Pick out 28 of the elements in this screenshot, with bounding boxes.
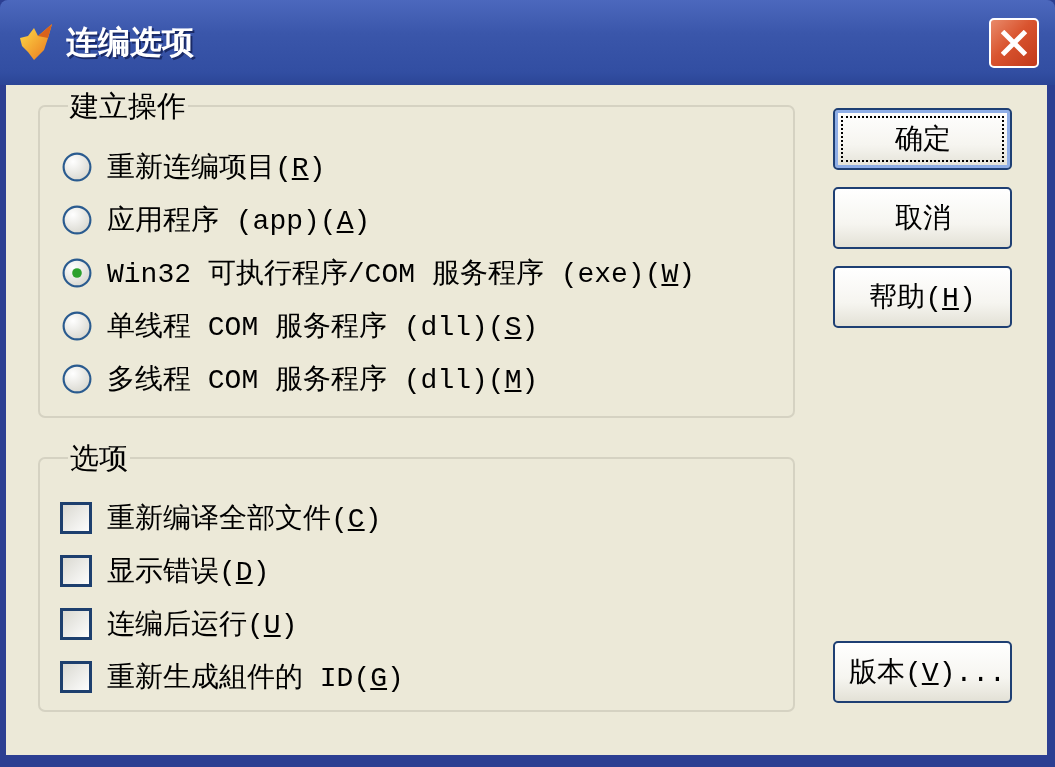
radio-icon[interactable]: [62, 310, 92, 341]
radio-option[interactable]: 多线程 COM 服务程序 (dll)(M): [62, 352, 539, 405]
checkbox-icon[interactable]: [60, 554, 92, 587]
checkbox-icon[interactable]: [60, 501, 92, 534]
group-label: 建立操作: [68, 88, 187, 124]
radio-icon[interactable]: [62, 151, 92, 182]
radio-icon[interactable]: [62, 204, 92, 235]
group-label: 选项: [69, 440, 129, 476]
checkbox-option[interactable]: 显示错误(D): [62, 544, 270, 597]
close-button[interactable]: [989, 17, 1039, 68]
checkbox-icon[interactable]: [60, 607, 92, 640]
radio-option[interactable]: 重新连编项目(R): [62, 140, 326, 193]
checkbox-option[interactable]: 重新编译全部文件(C): [62, 491, 382, 544]
fox-head-icon: [18, 23, 54, 62]
radio-option[interactable]: Win32 可执行程序/COM 服务程序 (exe)(W): [62, 246, 696, 299]
window-title: 连编选项: [66, 21, 194, 63]
dialog-button[interactable]: 帮助(H): [833, 266, 1012, 328]
checkbox-option[interactable]: 重新生成組件的 ID(G): [62, 650, 404, 703]
radio-option[interactable]: 应用程序 (app)(A): [62, 193, 371, 246]
radio-option[interactable]: 单线程 COM 服务程序 (dll)(S): [62, 299, 539, 352]
checkbox-option[interactable]: 连编后运行(U): [62, 597, 298, 650]
dialog-button[interactable]: 取消: [833, 187, 1012, 249]
radio-icon[interactable]: [62, 363, 92, 394]
dialog-button[interactable]: 确定: [833, 108, 1012, 170]
close-icon: [1001, 29, 1027, 56]
version-button[interactable]: 版本(V)...: [833, 641, 1012, 703]
radio-icon[interactable]: [62, 257, 92, 288]
checkbox-icon[interactable]: [60, 660, 92, 693]
